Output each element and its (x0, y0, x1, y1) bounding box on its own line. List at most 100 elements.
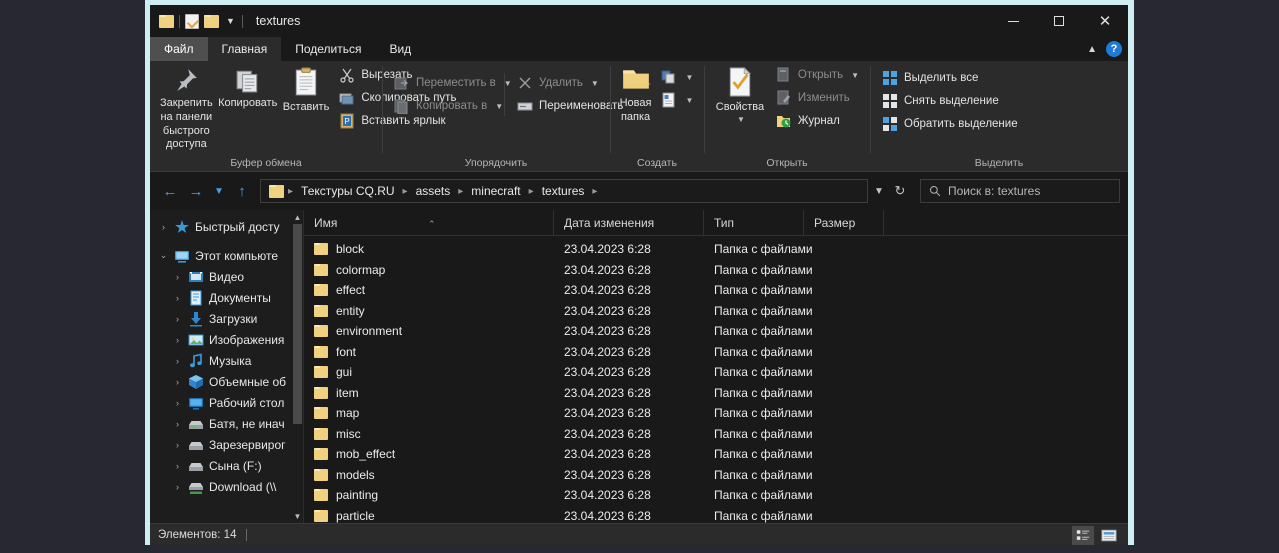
select-all-button[interactable]: Выделить все (880, 68, 1023, 88)
table-row[interactable]: colormap 23.04.2023 6:28 Папка с файлами (304, 260, 1128, 281)
table-row[interactable]: mob_effect 23.04.2023 6:28 Папка с файла… (304, 444, 1128, 465)
copy-button[interactable]: Копировать (217, 65, 279, 113)
chevron-right-icon[interactable]: › (172, 335, 183, 345)
chevron-down-icon[interactable]: ▼ (224, 16, 237, 26)
breadcrumb-item-3[interactable]: textures (536, 184, 591, 198)
nav-item-downloads[interactable]: › Загрузки (150, 308, 303, 329)
breadcrumb-item-2[interactable]: minecraft (465, 184, 526, 198)
tab-home[interactable]: Главная (207, 37, 282, 61)
file-list-pane: Имя ⌃ Дата изменения Тип Размер block 23… (304, 209, 1128, 524)
table-row[interactable]: environment 23.04.2023 6:28 Папка с файл… (304, 321, 1128, 342)
chevron-down-icon[interactable]: ▼ (591, 79, 599, 88)
minimize-button[interactable] (990, 5, 1036, 37)
chevron-right-icon[interactable]: › (172, 272, 183, 282)
chevron-down-icon[interactable]: ⌄ (158, 250, 169, 261)
move-to-button[interactable]: Переместить в ▼ (392, 73, 512, 93)
open-button[interactable]: Открыть ▼ (774, 65, 864, 85)
paste-button[interactable]: Вставить (279, 65, 334, 117)
nav-item-drive-batya[interactable]: › Батя, не инач (150, 413, 303, 434)
chevron-right-icon[interactable]: › (172, 419, 183, 429)
details-view-button[interactable] (1072, 525, 1094, 545)
maximize-button[interactable] (1036, 5, 1082, 37)
table-row[interactable]: font 23.04.2023 6:28 Папка с файлами (304, 342, 1128, 363)
chevron-down-icon[interactable]: ▼ (851, 71, 859, 80)
recent-locations-button[interactable]: ▼ (210, 179, 228, 203)
nav-item-network-download[interactable]: › Download (\\ (150, 476, 303, 497)
scroll-up-icon[interactable]: ▲ (292, 210, 303, 224)
chevron-down-icon[interactable]: ▼ (685, 96, 693, 105)
new-folder-button[interactable]: Новая папка (616, 65, 656, 127)
chevron-up-icon[interactable]: ▲ (1087, 44, 1097, 55)
nav-item-drive-reserved[interactable]: › Зарезервирог (150, 434, 303, 455)
breadcrumb[interactable]: ▸ Текстуры CQ.RU ▸ assets ▸ minecraft ▸ … (260, 179, 868, 203)
edit-button[interactable]: Изменить (774, 88, 864, 108)
chevron-right-icon[interactable]: › (172, 377, 183, 387)
nav-item-desktop[interactable]: › Рабочий стол (150, 392, 303, 413)
table-row[interactable]: gui 23.04.2023 6:28 Папка с файлами (304, 362, 1128, 383)
chevron-right-icon[interactable]: › (172, 314, 183, 324)
pin-to-quick-access-button[interactable]: Закрепить на панели быстрого доступа (156, 65, 217, 154)
nav-item-pictures[interactable]: › Изображения (150, 329, 303, 350)
chevron-right-icon[interactable]: › (172, 440, 183, 450)
help-button[interactable]: ? (1106, 41, 1122, 57)
table-row[interactable]: item 23.04.2023 6:28 Папка с файлами (304, 383, 1128, 404)
chevron-right-icon[interactable]: › (172, 461, 183, 471)
history-button[interactable]: Журнал (774, 111, 864, 131)
forward-button[interactable]: → (184, 179, 208, 203)
chevron-down-icon[interactable]: ▼ (685, 73, 693, 82)
invert-selection-button[interactable]: Обратить выделение (880, 114, 1023, 134)
nav-scrollbar[interactable]: ▲ ▼ (292, 210, 303, 523)
table-row[interactable]: block 23.04.2023 6:28 Папка с файлами (304, 239, 1128, 260)
tab-view[interactable]: Вид (375, 37, 425, 61)
scissors-icon (339, 67, 355, 83)
up-button[interactable]: ↑ (230, 179, 254, 203)
select-none-button[interactable]: Снять выделение (880, 91, 1023, 111)
chevron-right-icon[interactable]: › (172, 482, 183, 492)
breadcrumb-item-0[interactable]: Текстуры CQ.RU (295, 184, 401, 198)
refresh-button[interactable]: ↻ (888, 179, 912, 203)
table-row[interactable]: models 23.04.2023 6:28 Папка с файлами (304, 465, 1128, 486)
table-row[interactable]: painting 23.04.2023 6:28 Папка с файлами (304, 485, 1128, 506)
chevron-right-icon[interactable]: › (172, 398, 183, 408)
properties-icon[interactable] (185, 13, 199, 29)
table-row[interactable]: particle 23.04.2023 6:28 Папка с файлами (304, 506, 1128, 524)
scrollbar-thumb[interactable] (293, 224, 302, 424)
search-input[interactable]: Поиск в: textures (948, 184, 1040, 198)
nav-item-music[interactable]: › Музыка (150, 350, 303, 371)
breadcrumb-item-1[interactable]: assets (410, 184, 457, 198)
chevron-right-icon[interactable]: › (172, 356, 183, 366)
address-history-button[interactable]: ▼ (870, 179, 888, 203)
column-header-date[interactable]: Дата изменения (554, 209, 704, 236)
back-button[interactable]: ← (158, 179, 182, 203)
column-header-size[interactable]: Размер (804, 209, 884, 236)
nav-item-drive-syna[interactable]: › Сына (F:) (150, 455, 303, 476)
new-folder-icon[interactable] (204, 14, 219, 28)
chevron-down-icon[interactable]: ▼ (737, 115, 745, 125)
tab-share[interactable]: Поделиться (281, 37, 375, 61)
column-header-name[interactable]: Имя ⌃ (304, 209, 554, 236)
nav-item-3d-objects[interactable]: › Объемные об (150, 371, 303, 392)
nav-item-videos[interactable]: › Видео (150, 266, 303, 287)
column-header-type[interactable]: Тип (704, 209, 804, 236)
chevron-right-icon[interactable]: › (158, 222, 169, 232)
nav-item-quick-access[interactable]: › Быстрый досту (150, 216, 303, 237)
table-row[interactable]: misc 23.04.2023 6:28 Папка с файлами (304, 424, 1128, 445)
nav-item-this-pc[interactable]: ⌄ Этот компьюте (150, 245, 303, 266)
properties-button[interactable]: Свойства ▼ (710, 65, 770, 127)
nav-item-documents[interactable]: › Документы (150, 287, 303, 308)
folder-icon (314, 509, 328, 522)
tab-file[interactable]: Файл (150, 37, 208, 61)
search-box[interactable]: Поиск в: textures (920, 179, 1120, 203)
chevron-right-icon[interactable]: › (172, 293, 183, 303)
large-icons-view-button[interactable] (1098, 526, 1120, 545)
table-row[interactable]: map 23.04.2023 6:28 Папка с файлами (304, 403, 1128, 424)
easy-access-button[interactable]: ▼ (659, 90, 698, 110)
copy-to-button[interactable]: Копировать в ▼ (392, 96, 503, 116)
table-row[interactable]: entity 23.04.2023 6:28 Папка с файлами (304, 301, 1128, 322)
scroll-down-icon[interactable]: ▼ (292, 509, 303, 523)
new-item-button[interactable]: ▼ (659, 67, 698, 87)
chevron-down-icon[interactable]: ▼ (495, 102, 503, 111)
table-row[interactable]: effect 23.04.2023 6:28 Папка с файлами (304, 280, 1128, 301)
folder-icon[interactable] (159, 14, 174, 28)
close-button[interactable]: ✕ (1082, 5, 1128, 37)
